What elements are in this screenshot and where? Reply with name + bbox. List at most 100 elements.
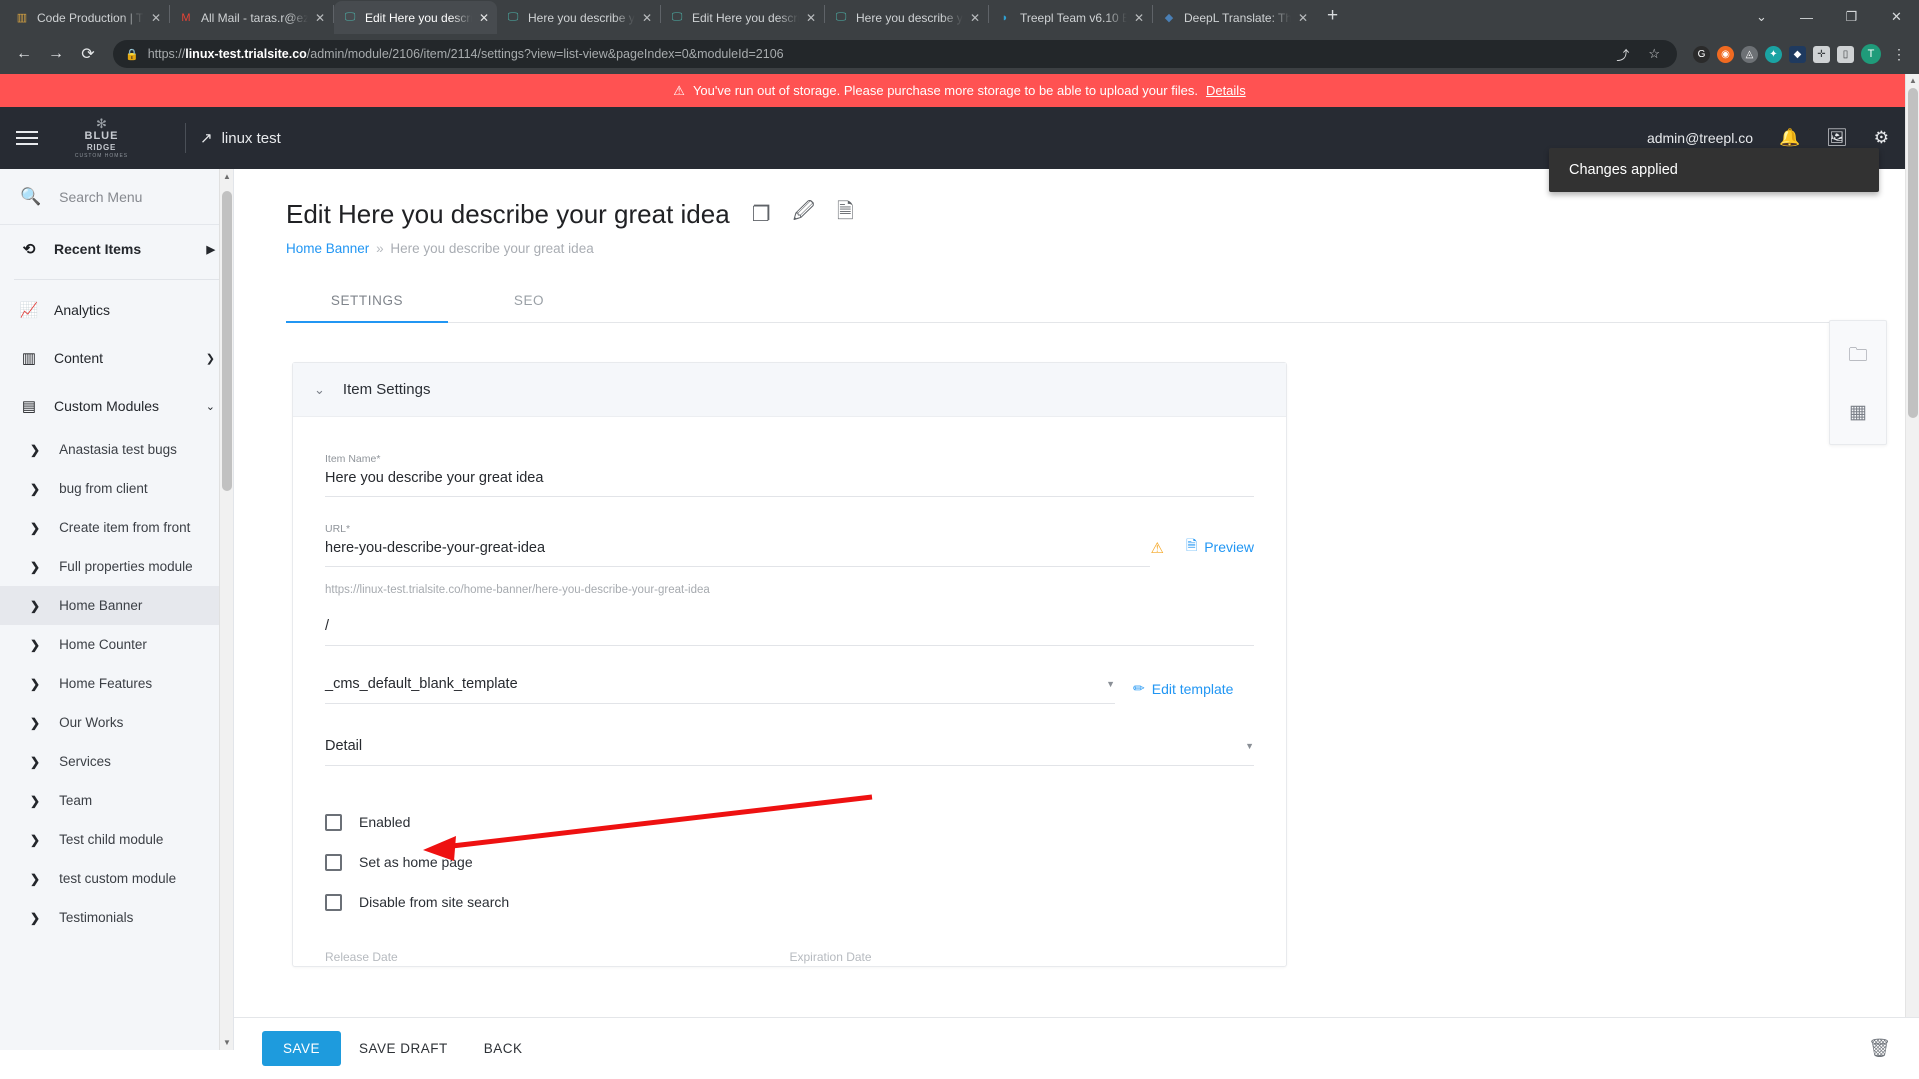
sidebar-item-content[interactable]: ▥ Content ❯ (0, 334, 233, 382)
sidebar-subitem-team[interactable]: ❯ Team (0, 781, 233, 820)
edit-template-link[interactable]: ✏ Edit template (1133, 680, 1233, 704)
sidebar-subitem-test-custom-module[interactable]: ❯ test custom module (0, 859, 233, 898)
duplicate-item-icon[interactable]: ❐ (752, 202, 771, 227)
browser-tab-7[interactable]: ◆ DeepL Translate: The world ✕ (1153, 1, 1316, 34)
browser-tab-0[interactable]: ▥ Code Production | Trello ✕ (6, 1, 169, 34)
close-icon[interactable]: ✕ (479, 11, 489, 25)
chevron-down-icon[interactable]: ▼ (1245, 741, 1254, 751)
sidebar-search-row[interactable]: 🔍 (0, 169, 233, 225)
sidebar-subitem-anastasia-test-bugs[interactable]: ❯ Anastasia test bugs (0, 430, 233, 469)
browser-tab-3[interactable]: 🖵 Here you describe your gre ✕ (497, 1, 660, 34)
page-scrollbar[interactable]: ▲ ▼ (1905, 74, 1919, 1079)
sidebar-item-recent-items[interactable]: ⟲ Recent Items ▶ (0, 225, 233, 273)
chevron-down-icon[interactable]: ▼ (1106, 679, 1115, 689)
slash-field-value[interactable]: / (325, 618, 1254, 645)
share-icon[interactable]: ⤴ (1611, 45, 1634, 64)
item-settings-card-header[interactable]: ⌄ Item Settings (293, 363, 1286, 417)
expiration-date-field[interactable]: Expiration Date (790, 948, 1255, 966)
browser-tab-5[interactable]: 🖵 Here you describe your gre ✕ (825, 1, 988, 34)
orange-extension-icon[interactable]: ◉ (1717, 45, 1734, 63)
template-select[interactable]: _cms_default_blank_template ▼ (325, 676, 1115, 704)
grid-modules-icon[interactable]: ▦ (1849, 401, 1867, 424)
detail-select-field[interactable]: Detail ▼ (325, 704, 1254, 766)
tab-seo[interactable]: SEO (448, 293, 610, 322)
hamburger-icon[interactable] (0, 131, 54, 145)
close-icon[interactable]: ✕ (315, 11, 325, 25)
release-date-field[interactable]: Release Date (325, 948, 790, 966)
sidebar-subitem-testimonials[interactable]: ❯ Testimonials (0, 898, 233, 937)
checkbox-disable-from-site-search[interactable] (325, 893, 342, 911)
trash-icon[interactable]: 🗑 (1868, 1038, 1891, 1059)
tablet-extension-icon[interactable]: ▯ (1837, 45, 1854, 63)
reload-icon[interactable]: ⟳ (73, 44, 103, 64)
star-icon[interactable]: ☆ (1643, 46, 1665, 62)
scrollbar-thumb[interactable] (1908, 88, 1918, 418)
checkbox-enabled[interactable] (325, 813, 342, 831)
teal-bird-extension-icon[interactable]: ✦ (1765, 45, 1782, 63)
scroll-up-arrow-icon[interactable]: ▲ (220, 172, 234, 181)
sidebar-scrollbar[interactable]: ▲ ▼ (219, 169, 233, 1050)
minimize-icon[interactable]: — (1784, 10, 1829, 25)
close-icon[interactable]: ✕ (1298, 11, 1308, 25)
browser-tab-2-active[interactable]: 🖵 Edit Here you describe you ✕ (334, 1, 497, 34)
sidebar-subitem-full-properties-module[interactable]: ❯ Full properties module (0, 547, 233, 586)
profile-avatar[interactable]: T (1861, 44, 1881, 64)
checkbox-set-as-home-page[interactable] (325, 853, 342, 871)
sidebar-subitem-our-works[interactable]: ❯ Our Works (0, 703, 233, 742)
sidebar-subitem-home-counter[interactable]: ❯ Home Counter (0, 625, 233, 664)
sidebar-item-analytics[interactable]: 📈 Analytics (0, 286, 233, 334)
url-field[interactable]: URL* here-you-describe-your-great-idea ⚠… (325, 497, 1254, 596)
user-email[interactable]: admin@treepl.co (1647, 130, 1753, 146)
puzzle-extension-icon[interactable]: ✛ (1813, 45, 1830, 63)
grey-extension-icon[interactable]: ◬ (1741, 45, 1758, 63)
save-button[interactable]: SAVE (262, 1031, 342, 1066)
close-icon[interactable]: ✕ (151, 11, 161, 25)
checkbox-row-set-as-home-page[interactable]: Set as home page (325, 842, 1254, 882)
scrollbar-thumb[interactable] (222, 191, 232, 491)
scroll-up-arrow-icon[interactable]: ▲ (1906, 76, 1919, 85)
settings-gear-icon[interactable]: ⚙ (1874, 128, 1889, 148)
item-name-value[interactable]: Here you describe your great idea (325, 470, 1254, 496)
new-tab-button[interactable]: + (1316, 5, 1349, 30)
breadcrumb-parent-link[interactable]: Home Banner (286, 241, 369, 256)
close-icon[interactable]: ✕ (642, 11, 652, 25)
maximize-icon[interactable]: ❐ (1829, 9, 1874, 25)
back-button[interactable]: BACK (466, 1031, 541, 1066)
checkbox-row-disable-from-site-search[interactable]: Disable from site search (325, 882, 1254, 922)
dark-shield-extension-icon[interactable]: ◆ (1789, 45, 1806, 63)
sidebar-subitem-home-banner[interactable]: ❯ Home Banner (0, 586, 233, 625)
template-select-field[interactable]: _cms_default_blank_template ▼ ✏ Edit tem… (325, 646, 1254, 704)
site-link[interactable]: ↗ linux test (200, 129, 281, 148)
scroll-down-arrow-icon[interactable]: ▼ (220, 1038, 234, 1047)
window-close-icon[interactable]: ✕ (1874, 9, 1919, 25)
sidebar-item-custom-modules[interactable]: ▤ Custom Modules ⌄ (0, 382, 233, 430)
notifications-bell-icon[interactable]: 🔔 (1779, 128, 1800, 148)
sidebar-subitem-services[interactable]: ❯ Services (0, 742, 233, 781)
grammar-extension-icon[interactable]: G (1693, 45, 1710, 63)
storage-alert-details-link[interactable]: Details (1206, 83, 1246, 98)
url-value[interactable]: here-you-describe-your-great-idea (325, 540, 1150, 566)
tab-settings[interactable]: SETTINGS (286, 293, 448, 323)
sidebar-subitem-bug-from-client[interactable]: ❯ bug from client (0, 469, 233, 508)
browser-tab-6[interactable]: ◗ Treepl Team v6.10 Backlog ✕ (989, 1, 1152, 34)
preview-link[interactable]: 🗎 Preview (1186, 535, 1254, 567)
browser-tab-4[interactable]: 🖵 Edit Here you describe you ✕ (661, 1, 824, 34)
sidebar-subitem-home-features[interactable]: ❯ Home Features (0, 664, 233, 703)
address-bar[interactable]: 🔒 https://linux-test.trialsite.co/admin/… (113, 40, 1677, 68)
edit-item-icon[interactable]: 🖉 (793, 197, 815, 232)
close-icon[interactable]: ✕ (970, 11, 980, 25)
chevron-down-icon[interactable]: ⌄ (314, 382, 325, 398)
tab-list-icon[interactable]: ⌄ (1739, 9, 1784, 25)
browser-menu-icon[interactable]: ⋮ (1888, 46, 1910, 63)
close-icon[interactable]: ✕ (806, 11, 816, 25)
sidebar-subitem-test-child-module[interactable]: ❯ Test child module (0, 820, 233, 859)
search-input[interactable] (59, 188, 200, 205)
close-icon[interactable]: ✕ (1134, 11, 1144, 25)
forward-icon[interactable]: → (41, 45, 71, 63)
slash-field[interactable]: / (325, 596, 1254, 646)
save-draft-button[interactable]: SAVE DRAFT (341, 1031, 466, 1066)
folder-icon[interactable]: 🗀 (1848, 341, 1867, 373)
sidebar-subitem-create-item-from-front[interactable]: ❯ Create item from front (0, 508, 233, 547)
browser-tab-1[interactable]: M All Mail - taras.r@ez-bc.com ✕ (170, 1, 333, 34)
item-name-field[interactable]: Item Name* Here you describe your great … (325, 439, 1254, 497)
